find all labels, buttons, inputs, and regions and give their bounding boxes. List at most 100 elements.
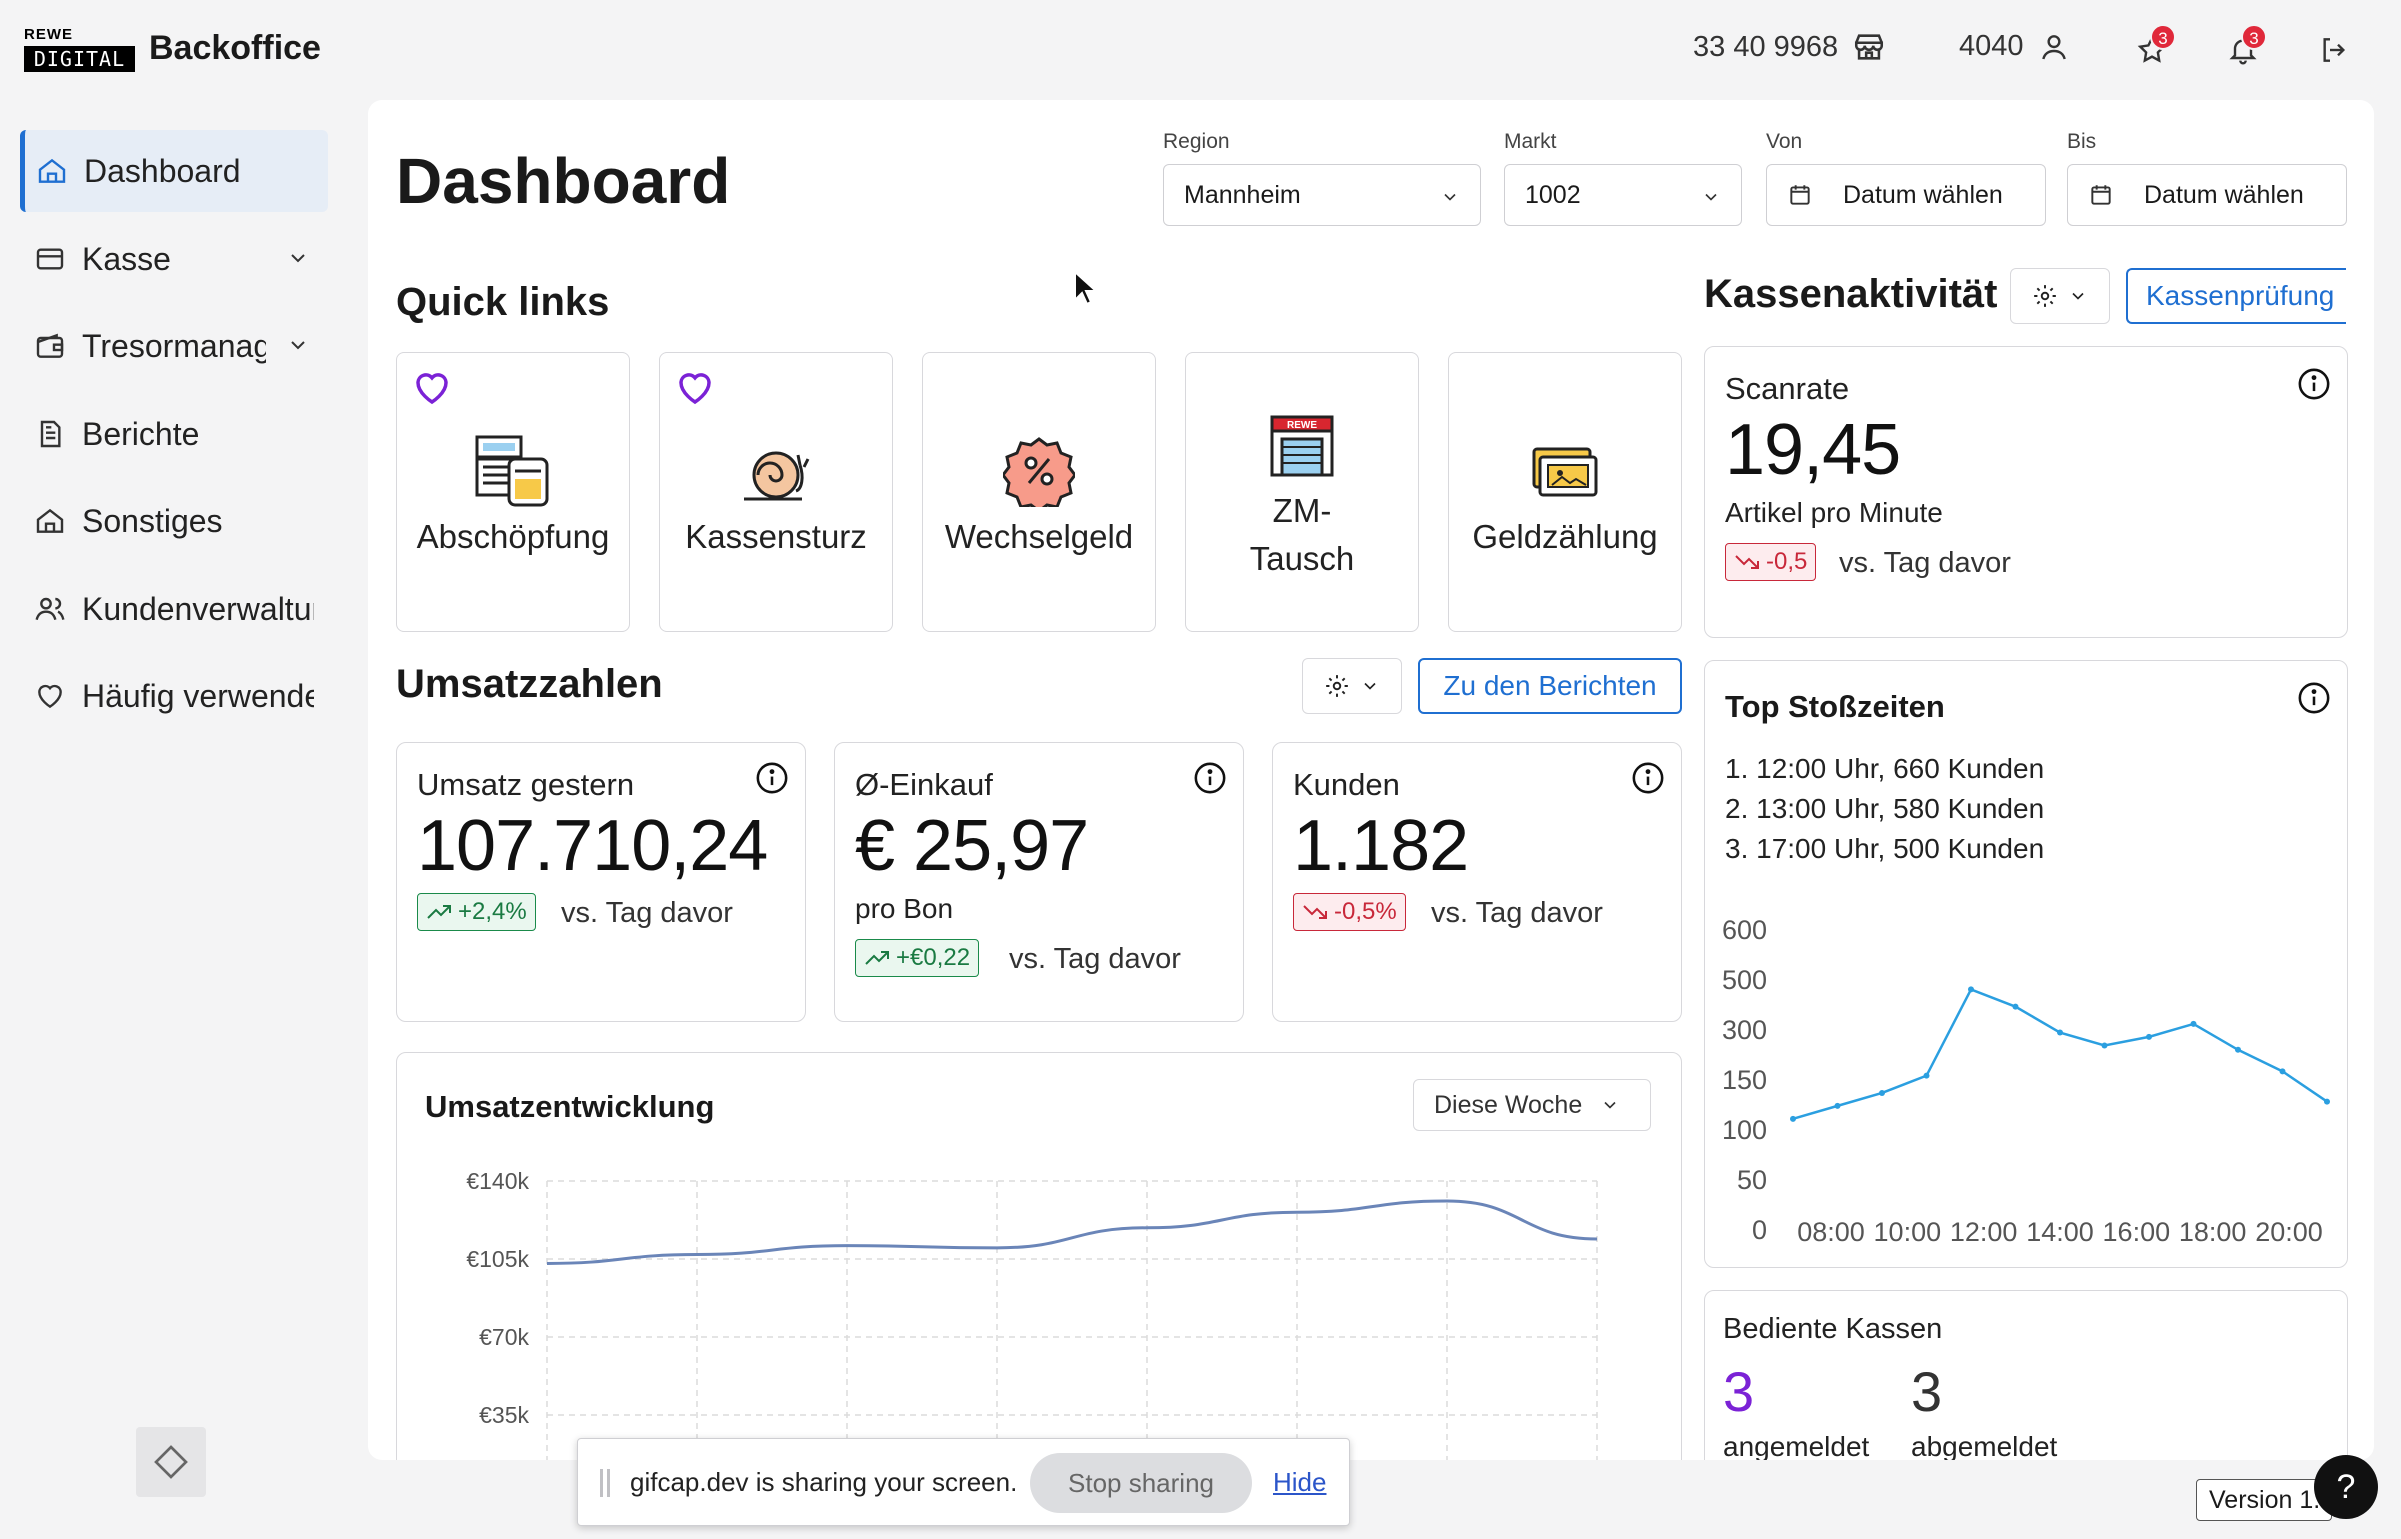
register-check-button[interactable]: Kassenprüfung (2126, 268, 2346, 324)
x-tick-label: 12:00 (1950, 1217, 2018, 1247)
region-select[interactable]: Mannheim (1163, 164, 1481, 226)
peak-times-line-chart: 600500300150100500 08:00 10:00 12:00 14:00 16… (1722, 915, 2330, 1247)
drag-handle[interactable] (600, 1469, 610, 1497)
notifications-badge: 3 (2241, 24, 2267, 50)
chevron-down-icon (291, 341, 305, 350)
share-message: gifcap.dev is sharing your screen. (630, 1467, 1018, 1497)
favorites-button[interactable]: 3 (2132, 24, 2176, 70)
kpi-value: € 25,97 (855, 806, 1089, 886)
info-icon[interactable] (2297, 367, 2331, 401)
sidebar-item-dashboard[interactable]: Dashboard (20, 130, 328, 212)
favorites-badge: 3 (2150, 24, 2176, 50)
quicklink-kassensturz[interactable]: Kassensturz (659, 352, 893, 632)
kpi-label: Kunden (1293, 767, 1400, 802)
served-registers-card: Bediente Kassen 3 angemeldet 3 abgemelde… (1704, 1290, 2348, 1460)
served-title: Bediente Kassen (1723, 1313, 1943, 1345)
sidebar-item-kundenverwaltung[interactable]: Kundenverwaltung (20, 568, 328, 650)
quicklink-label: Geldzählung (1472, 518, 1658, 555)
info-icon[interactable] (755, 761, 789, 795)
y-tick-label: 0 (1752, 1215, 1767, 1245)
peak-times-card: Top Stoßzeiten 1. 12:00 Uhr, 660 Kunden … (1704, 660, 2348, 1268)
store-icon (1855, 34, 1884, 60)
quicklink-wechselgeld[interactable]: Wechselgeld (922, 352, 1156, 632)
vs-text: vs. Tag davor (561, 897, 733, 929)
logged-in-label: angemeldet (1723, 1431, 1870, 1460)
revenue-line-chart: €140k €105k €70k €35k (466, 1168, 1598, 1460)
banknotes-icon (1449, 445, 1681, 501)
revenue-settings-button[interactable] (1302, 658, 1402, 714)
sidebar-item-tresormanagement[interactable]: Tresormanagement (20, 305, 328, 387)
revenue-chart-card: Umsatzentwicklung Diese Woche €140k €105k… (396, 1052, 1682, 1460)
trend-badge-up: +€0,22 (855, 939, 980, 977)
data-point (1968, 986, 1974, 993)
from-date-picker[interactable]: Datum wählen (1766, 164, 2046, 226)
home-icon (36, 508, 64, 533)
quicklink-label-line1: ZM- (1272, 492, 1332, 529)
kpi-value: 1.182 (1293, 806, 1469, 886)
logout-button[interactable] (2314, 30, 2354, 70)
store-number: 33 40 9968 (1693, 30, 1839, 63)
x-tick-label: 14:00 (2026, 1217, 2094, 1247)
register-activity-title: Kassenaktivität (1704, 272, 1998, 316)
user-menu[interactable]: 4040 (1959, 30, 2070, 63)
credit-card-icon (36, 248, 64, 270)
y-tick-label: 50 (1737, 1165, 1767, 1195)
x-tick-label: 08:00 (1797, 1217, 1865, 1247)
logged-out-count: 3 (1911, 1360, 1943, 1423)
collapse-sidebar-button[interactable] (136, 1427, 206, 1497)
sidebar-item-berichte[interactable]: Berichte (20, 393, 328, 475)
x-tick-label: 18:00 (2179, 1217, 2247, 1247)
x-tick-label: 16:00 (2103, 1217, 2171, 1247)
quicklink-zm-tausch[interactable]: REWE ZM- Tausch (1185, 352, 1419, 632)
calendar-icon (2091, 185, 2111, 205)
version-label: Version 1. (2196, 1479, 2332, 1521)
data-point (2235, 1046, 2241, 1053)
sidebar-item-label: Berichte (82, 415, 200, 452)
market-select[interactable]: 1002 (1504, 164, 1742, 226)
sidebar-item-haeufig-verwendet[interactable]: Häufig verwendet (20, 655, 328, 737)
data-point (2146, 1033, 2152, 1040)
vs-text: vs. Tag davor (1009, 943, 1181, 975)
to-date-picker[interactable]: Datum wählen (2067, 164, 2347, 226)
quicklinks-title: Quick links (396, 280, 610, 324)
y-tick-label: €70k (479, 1324, 529, 1350)
heart-icon[interactable] (411, 367, 453, 409)
kpi-sub: Artikel pro Minute (1725, 497, 1943, 528)
logged-in-count: 3 (1723, 1360, 1755, 1423)
rewe-store-icon: REWE (1186, 413, 1418, 479)
quicklink-geldzaehlung[interactable]: Geldzählung (1448, 352, 1682, 632)
user-icon (2041, 34, 2066, 59)
data-point (2057, 1029, 2063, 1036)
y-tick-label: 300 (1722, 1015, 1767, 1045)
sidebar-item-label: Dashboard (84, 152, 241, 189)
cash-register-icon (397, 433, 629, 509)
info-icon[interactable] (1631, 761, 1665, 795)
quicklink-abschoepfung[interactable]: Abschöpfung (396, 352, 630, 632)
info-icon[interactable] (1193, 761, 1227, 795)
region-value: Mannheim (1184, 180, 1301, 209)
register-settings-button[interactable] (2010, 268, 2110, 324)
data-point (1879, 1089, 1885, 1096)
heart-icon[interactable] (674, 367, 716, 409)
to-date-value: Datum wählen (2144, 180, 2304, 209)
help-button[interactable]: ? (2314, 1455, 2378, 1519)
y-tick-label: €140k (466, 1168, 529, 1194)
user-id: 4040 (1959, 30, 2024, 62)
kpi-card-avg-purchase: Ø-Einkauf € 25,97 pro Bon +€0,22 vs. Tag… (834, 742, 1244, 1022)
store-selector[interactable]: 33 40 9968 (1693, 30, 1886, 64)
kpi-card-customers: Kunden 1.182 -0,5% vs. Tag davor (1272, 742, 1682, 1022)
reports-button[interactable]: Zu den Berichten (1418, 658, 1682, 714)
trend-value: -0,5% (1334, 898, 1397, 925)
sidebar-item-sonstiges[interactable]: Sonstiges (20, 480, 328, 562)
trend-value: +2,4% (458, 898, 527, 925)
notifications-button[interactable]: 3 (2223, 24, 2267, 70)
hide-link[interactable]: Hide (1273, 1467, 1326, 1498)
stop-sharing-button[interactable]: Stop sharing (1030, 1453, 1252, 1513)
trend-down-icon (1735, 555, 1759, 569)
percent-badge-icon (923, 435, 1155, 507)
quicklink-label-line2: Tausch (1249, 540, 1355, 577)
region-label: Region (1163, 130, 1230, 153)
series-line (546, 1199, 1598, 1265)
sidebar-item-kasse[interactable]: Kasse (20, 218, 328, 300)
chevron-down-icon (291, 254, 305, 263)
